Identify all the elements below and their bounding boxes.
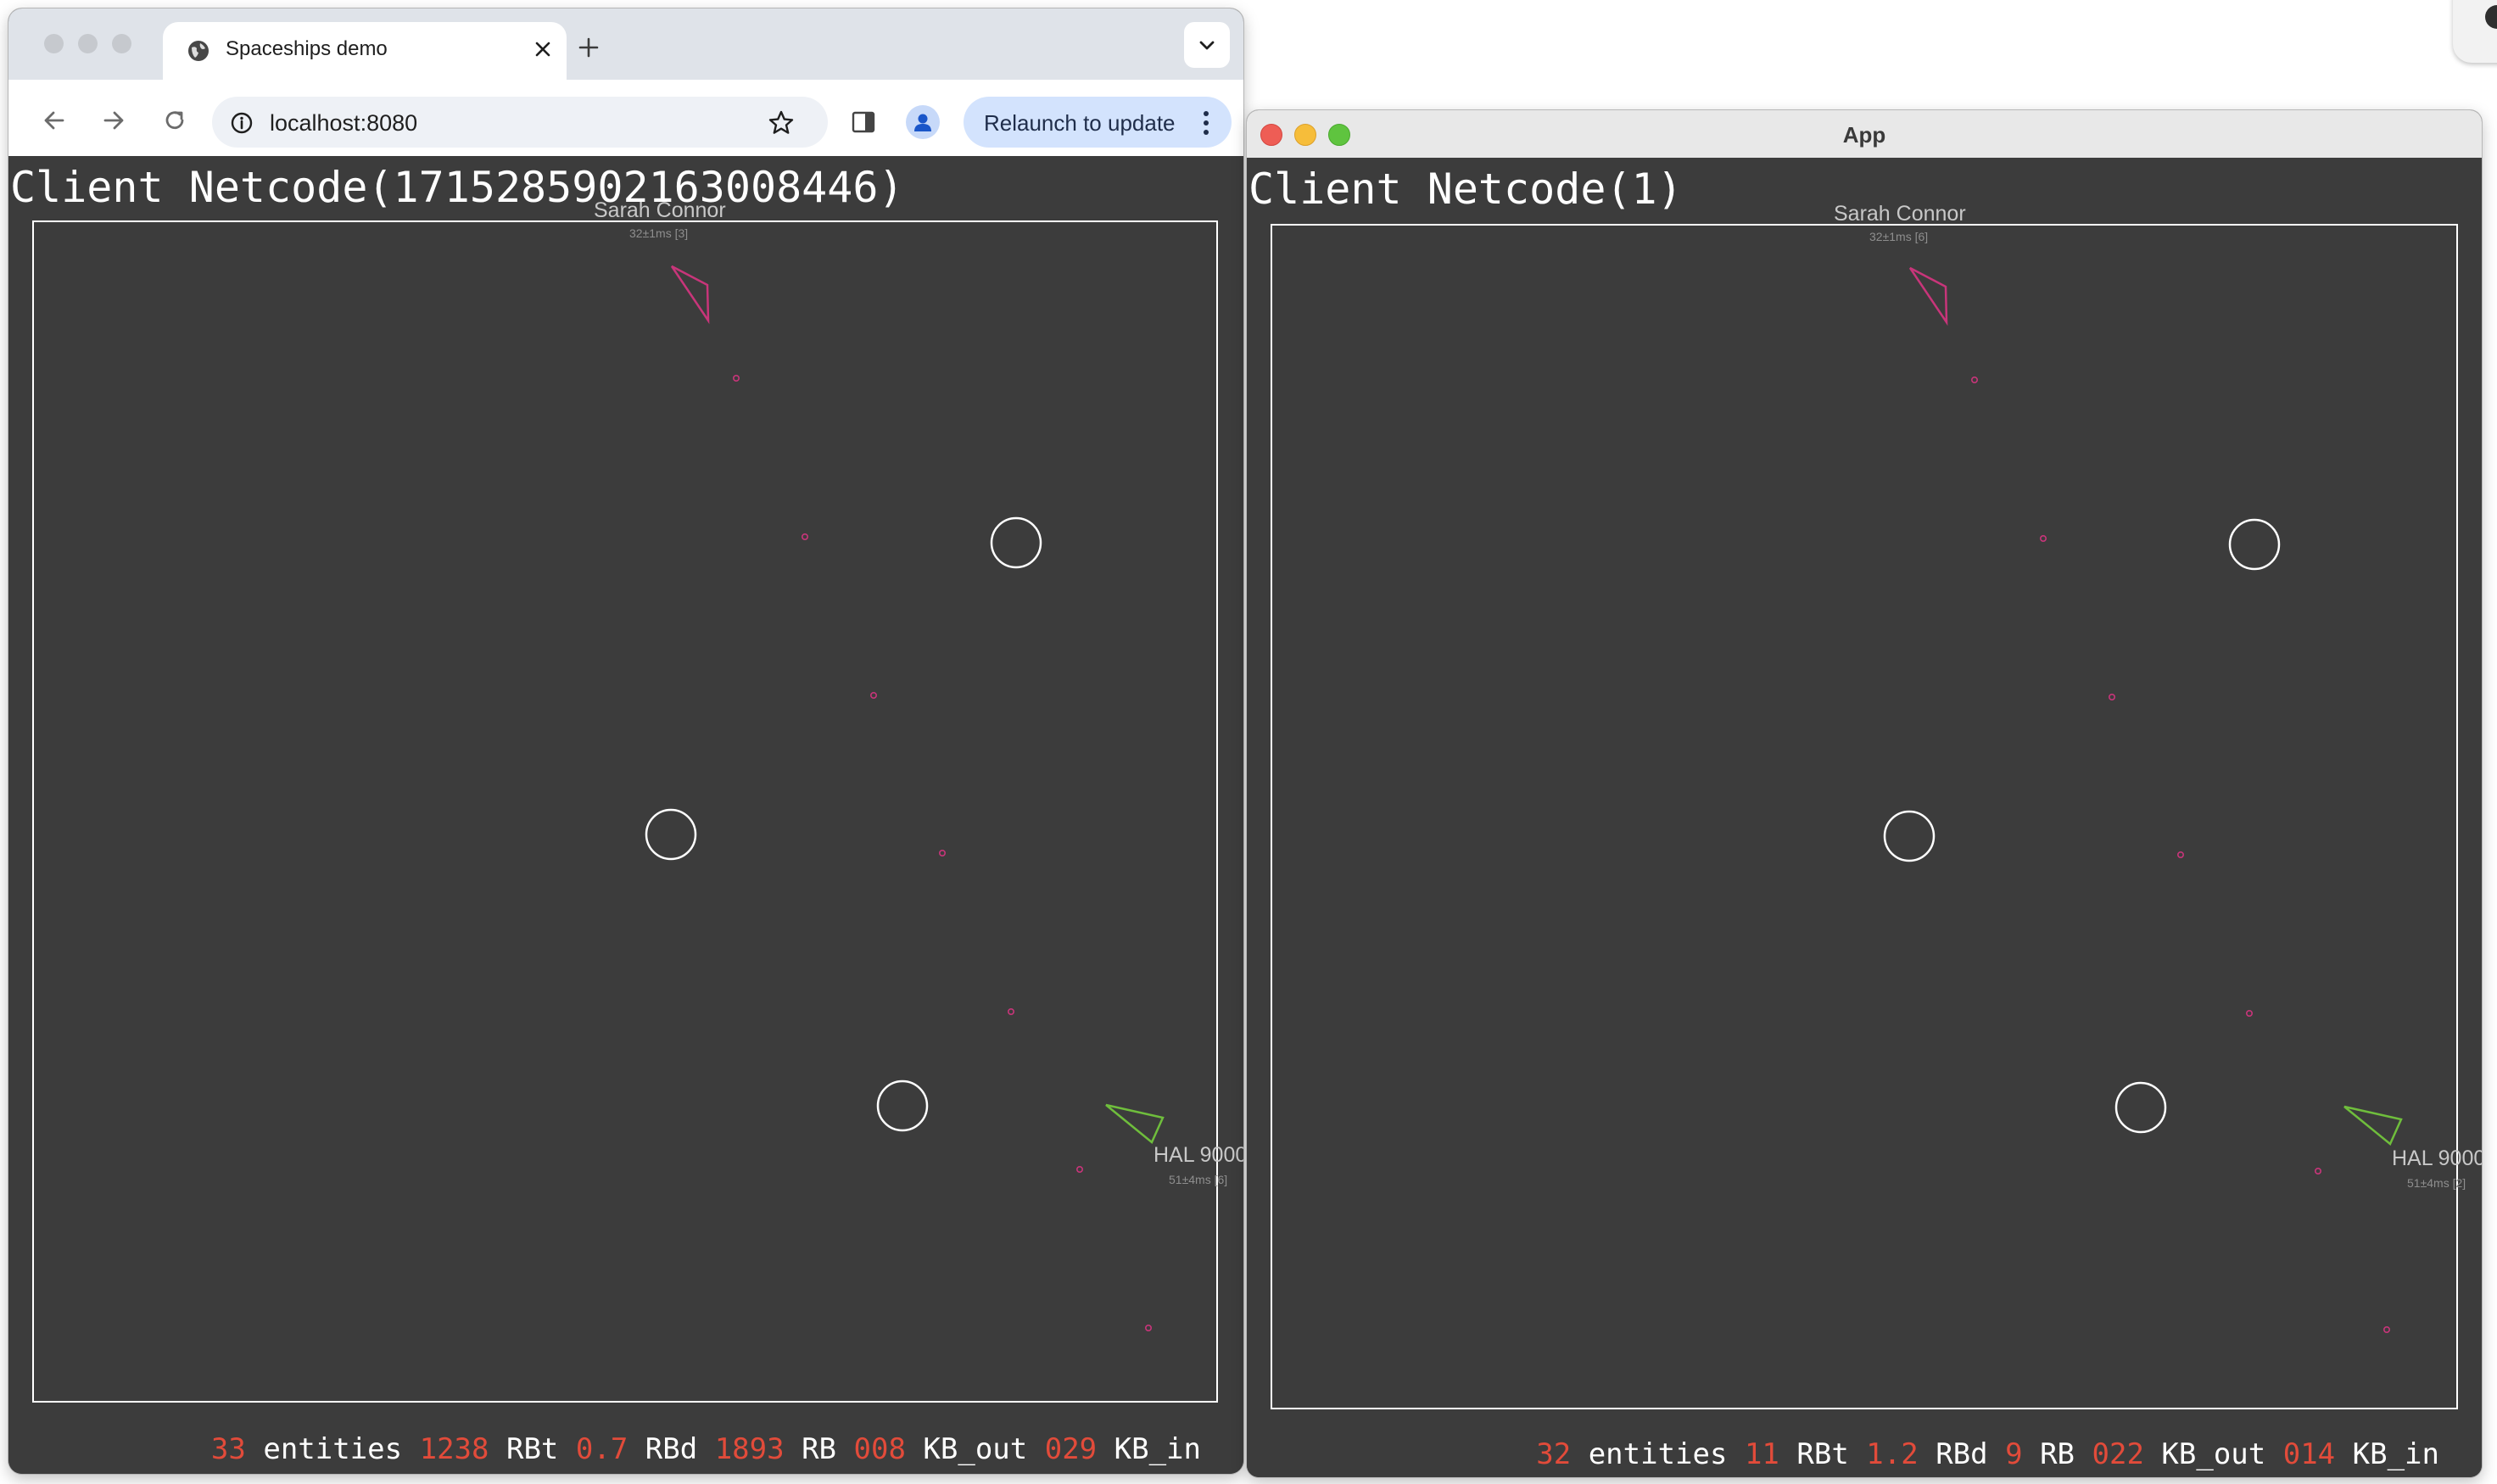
stat-label: RBd [1936, 1437, 1988, 1471]
game-canvas-browser[interactable]: Client Netcode(1715285902163008446) Sara… [8, 156, 1243, 1474]
player-name-sarah-connor: Sarah Connor [594, 198, 726, 222]
person-icon [914, 114, 931, 131]
stat-value: 022 [2092, 1437, 2144, 1471]
stat-value: 32 [1536, 1437, 1572, 1471]
globe-icon [188, 41, 209, 61]
browser-toolbar: localhost:8080 Relaunch to update [8, 80, 1243, 157]
stat-label: RBd [645, 1432, 698, 1466]
stat-label: KB_in [1114, 1432, 1201, 1466]
relaunch-to-update-button[interactable]: Relaunch to update [964, 97, 1232, 148]
game-scene [645, 265, 1165, 1332]
bullet [2246, 1009, 2254, 1017]
zoom-window-button[interactable] [112, 34, 131, 53]
stat-label: RB [2040, 1437, 2075, 1471]
side-panel-icon[interactable] [850, 109, 877, 136]
bullet [732, 374, 740, 382]
address-bar[interactable]: localhost:8080 [212, 97, 828, 148]
stat-value: 008 [853, 1432, 906, 1466]
asteroid [1883, 810, 1936, 862]
player-name-hal-9000: HAL 9000 [1154, 1143, 1243, 1167]
bullet [801, 533, 808, 540]
tab-search-button[interactable] [1184, 22, 1230, 68]
bullet [869, 691, 877, 699]
bookmark-star-icon[interactable] [767, 109, 796, 137]
stat-value: 33 [210, 1432, 246, 1466]
player-name-sarah-connor: Sarah Connor [1834, 202, 1966, 226]
minimize-window-button[interactable] [78, 34, 98, 53]
stat-value: 1.2 [1866, 1437, 1919, 1471]
app-titlebar: App [1247, 110, 2482, 159]
stat-label: RBt [1796, 1437, 1849, 1471]
ship-hal-9000 [2343, 1105, 2403, 1146]
reload-icon[interactable] [159, 105, 190, 136]
browser-window: Spaceships demo localhost:8080 Relaunch … [8, 8, 1243, 1474]
url-text[interactable]: localhost:8080 [270, 110, 417, 137]
asteroid [645, 808, 697, 861]
bullet [2315, 1168, 2322, 1175]
stat-value: 9 [2005, 1437, 2023, 1471]
asteroid [876, 1080, 929, 1132]
site-info-icon[interactable] [229, 110, 254, 136]
stat-label: KB_out [2161, 1437, 2266, 1471]
bullet [2177, 851, 2185, 858]
chevron-down-icon [1199, 41, 1215, 50]
bullet [2108, 693, 2115, 700]
asteroid [990, 516, 1042, 569]
bullet [2039, 534, 2047, 542]
stat-label: entities [263, 1432, 403, 1466]
app-window: App Client Netcode(1) Sarah Connor 32±1m… [1247, 110, 2482, 1477]
stat-value: 0.7 [575, 1432, 628, 1466]
bullet [1970, 376, 1978, 383]
desktop-widget-edge[interactable] [2453, 0, 2497, 63]
stat-label: KB_in [2352, 1437, 2439, 1471]
network-stats: 33 entities 1238 RBt 0.7 RBd 1893 RB 008… [211, 1435, 1201, 1464]
bullet [1076, 1166, 1084, 1174]
tab-title: Spaceships demo [226, 37, 388, 60]
stat-value: 1893 [714, 1432, 785, 1466]
bullet [939, 849, 947, 856]
stat-value: 1238 [419, 1432, 489, 1466]
bullet [1145, 1325, 1153, 1332]
close-tab-icon[interactable] [529, 36, 556, 63]
stat-value: 029 [1044, 1432, 1098, 1466]
ship-sarah-connor [1908, 266, 1948, 326]
player-ping-sarah-connor: 32±1ms [6] [1869, 230, 1929, 243]
widget-icon [2485, 5, 2497, 29]
bullet [2383, 1326, 2391, 1334]
forward-arrow-icon[interactable] [98, 105, 129, 136]
stat-label: KB_out [923, 1432, 1028, 1466]
back-arrow-icon[interactable] [39, 105, 70, 136]
more-vert-icon [1204, 111, 1209, 135]
app-window-title: App [1842, 122, 1886, 148]
player-ping-hal-9000: 51±4ms [2] [2407, 1176, 2466, 1190]
player-name-hal-9000: HAL 9000 [2392, 1146, 2482, 1170]
stat-value: 11 [1744, 1437, 1779, 1471]
stat-value: 014 [2282, 1437, 2336, 1471]
stat-label: entities [1588, 1437, 1728, 1471]
game-canvas-app[interactable]: Client Netcode(1) Sarah Connor 32±1ms [6… [1247, 158, 2482, 1477]
game-scene [1883, 266, 2403, 1334]
network-stats: 32 entities 11 RBt 1.2 RBd 9 RB 022 KB_o… [1536, 1440, 2439, 1469]
bullet [1008, 1007, 1015, 1015]
player-ping-sarah-connor: 32±1ms [3] [629, 226, 689, 240]
tab-strip: Spaceships demo [8, 8, 1243, 80]
player-ping-hal-9000: 51±4ms [6] [1169, 1173, 1228, 1186]
stat-label: RB [802, 1432, 837, 1466]
relaunch-label: Relaunch to update [984, 110, 1176, 136]
stat-label: RBt [506, 1432, 559, 1466]
ship-sarah-connor [670, 265, 710, 325]
tab-spaceships-demo[interactable]: Spaceships demo [163, 22, 567, 80]
profile-avatar[interactable] [906, 105, 940, 139]
asteroid [2114, 1081, 2167, 1134]
asteroid [2228, 518, 2281, 571]
close-window-button[interactable] [44, 34, 64, 53]
new-tab-icon[interactable] [575, 34, 602, 61]
ship-hal-9000 [1105, 1103, 1165, 1144]
